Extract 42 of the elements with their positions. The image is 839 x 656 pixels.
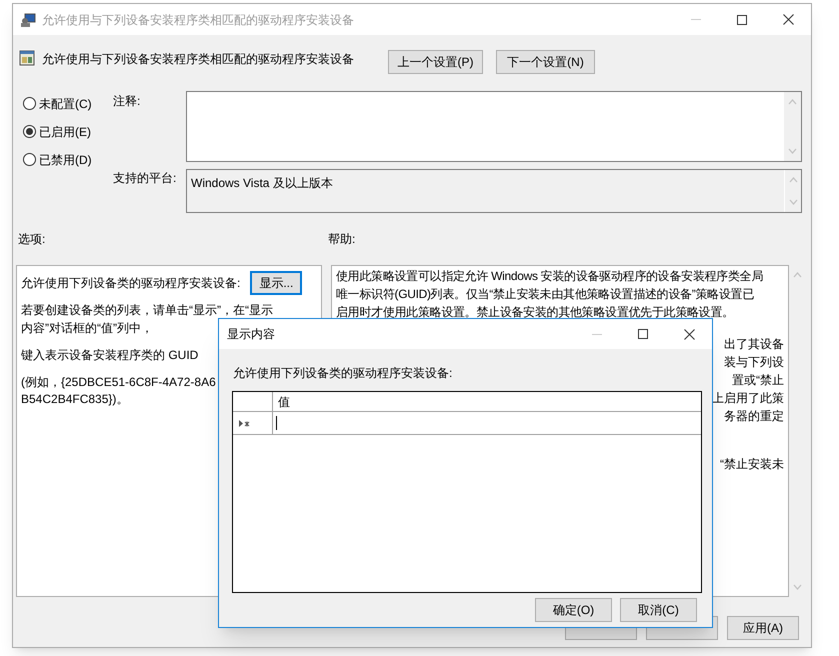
cancel-button[interactable]: 取消(C) [620, 598, 697, 622]
new-row-icon [239, 420, 250, 426]
example-text: (例如，{25DBCE51-6C8F-4A72-8A6 [21, 374, 216, 391]
close-icon [684, 328, 694, 340]
help-text: 出了其设备 [724, 336, 784, 353]
computer-icon [20, 12, 36, 28]
help-text: 唯一标识符(GUID)列表。仅当“禁止安装未由其他策略设置描述的设备”策略设置已 [336, 286, 754, 303]
help-text: 使用此策略设置可以指定允许 Windows 安装的设备驱动程序的设备安装程序类全局 [336, 268, 764, 285]
comment-label: 注释: [113, 93, 142, 110]
next-setting-button[interactable]: 下一个设置(N) [496, 50, 595, 74]
help-text: 置或“禁止 [732, 372, 784, 389]
show-button[interactable]: 显示... [250, 271, 302, 295]
radio-label: 已禁用(D) [39, 152, 92, 168]
example-text: B54C2B4FC835})。 [21, 391, 128, 408]
ok-button[interactable]: 确定(O) [535, 598, 612, 622]
close-icon [782, 14, 794, 25]
dialog-prompt: 允许使用下列设备类的驱动程序安装设备: [233, 365, 454, 382]
policy-icon [19, 50, 35, 66]
radio-label: 已启用(E) [39, 124, 91, 140]
help-text: 启用时才使用此策略设置。禁止设备安装的其他策略设置优先于此策略设置。 [336, 304, 734, 321]
instruction-text: 键入表示设备安装程序类的 GUID [21, 347, 198, 364]
instruction-text: 内容”对话框的“值”列中， [21, 320, 153, 337]
help-text: 装与下列设 [724, 354, 784, 371]
help-label: 帮助: [328, 231, 356, 248]
radio-button[interactable] [23, 153, 36, 166]
apply-button[interactable]: 应用(A) [727, 616, 799, 640]
radio-button[interactable] [23, 97, 36, 110]
radio-button[interactable] [23, 125, 36, 138]
dialog-title: 显示内容 [227, 326, 275, 343]
help-text: 务器的重定 [724, 408, 784, 425]
policy-title: 允许使用与下列设备安装程序类相匹配的驱动程序安装设备 [42, 51, 355, 68]
help-text: 上启用了此策 [712, 390, 784, 407]
options-label: 选项: [17, 231, 46, 248]
column-header[interactable]: 值 [273, 392, 290, 411]
options-field-label: 允许使用下列设备类的驱动程序安装设备: [21, 275, 240, 292]
radio-label: 未配置(C) [39, 96, 92, 112]
previous-setting-button[interactable]: 上一个设置(P) [388, 50, 483, 74]
platform-value: Windows Vista 及以上版本 [190, 175, 334, 192]
window-title: 允许使用与下列设备安装程序类相匹配的驱动程序安装设备 [42, 12, 354, 28]
platform-label: 支持的平台: [113, 170, 178, 187]
help-text: “禁止安装未 [720, 456, 784, 473]
instruction-text: 若要创建设备类的列表，请单击“显示”，在“显示 [21, 302, 273, 319]
